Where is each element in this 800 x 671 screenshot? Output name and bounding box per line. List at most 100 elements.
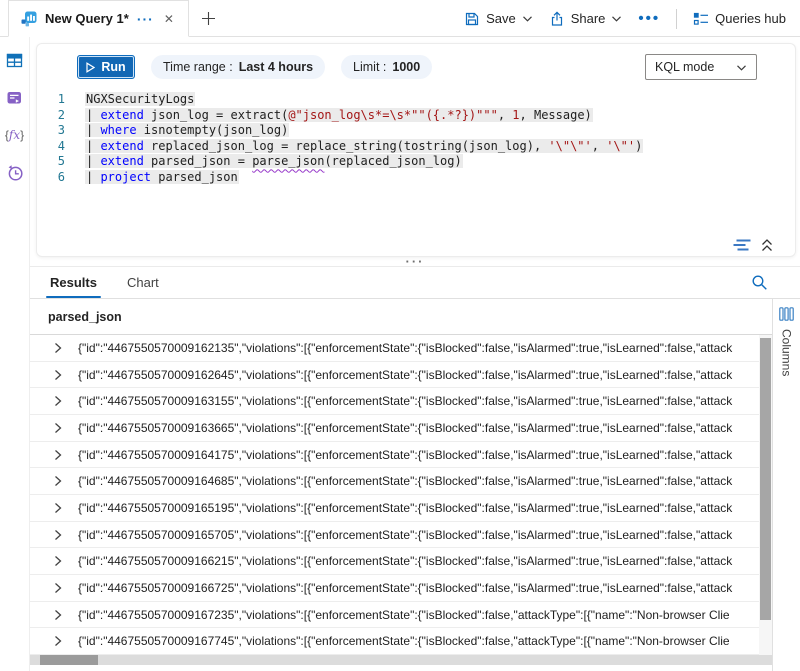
table-row[interactable]: {"id":"4467550570009162135","violations"… [30,335,772,362]
panel-splitter[interactable]: ··· [30,257,800,266]
save-icon [464,11,480,27]
adx-web-app: New Query 1* ··· ✕ Save [0,0,800,671]
row-json-text: {"id":"4467550570009162135","violations"… [78,341,756,355]
bottom-gap [30,665,772,671]
code-line[interactable]: | extend parsed_json = parse_json(replac… [85,154,795,170]
chevron-down-icon [522,14,533,23]
format-lines-icon[interactable] [733,238,751,252]
limit-filter[interactable]: Limit : 1000 [341,55,432,79]
row-expand-chevron-icon[interactable] [54,422,62,434]
function-icon[interactable]: {fx} [5,128,24,142]
columns-panel-label: Columns [780,329,794,376]
row-expand-chevron-icon[interactable] [54,529,62,541]
row-expand-chevron-icon[interactable] [54,555,62,567]
editor-gutter: 123456 [37,92,71,238]
line-number: 5 [37,154,65,170]
chevron-down-icon [736,63,747,72]
table-row[interactable]: {"id":"4467550570009166215","violations"… [30,548,772,575]
table-row[interactable]: {"id":"4467550570009163155","violations"… [30,388,772,415]
table-row[interactable]: {"id":"4467550570009164175","violations"… [30,442,772,469]
query-tab[interactable]: New Query 1* ··· ✕ [8,0,189,37]
horizontal-scrollbar-thumb[interactable] [40,655,98,665]
row-json-text: {"id":"4467550570009163665","violations"… [78,421,756,435]
share-icon [549,11,565,27]
row-expand-chevron-icon[interactable] [54,395,62,407]
code-line[interactable]: | extend replaced_json_log = replace_str… [85,139,795,155]
kql-mode-dropdown[interactable]: KQL mode [645,54,757,80]
query-editor[interactable]: 123456 NGXSecurityLogs| extend json_log … [37,90,795,238]
code-line[interactable]: | extend json_log = extract(@"json_log\s… [85,108,795,124]
row-expand-chevron-icon[interactable] [54,582,62,594]
line-number: 3 [37,123,65,139]
row-json-text: {"id":"4467550570009164175","violations"… [78,448,756,462]
query-panel: Run Time range : Last 4 hours Limit : 10… [36,43,796,257]
stored-queries-icon[interactable] [6,90,23,106]
drag-handle-icon: ··· [406,259,425,265]
queries-hub-icon [693,11,709,27]
code-line[interactable]: | where isnotempty(json_log) [85,123,795,139]
columns-icon [779,307,794,321]
search-icon [751,274,768,291]
time-range-value: Last 4 hours [239,60,313,74]
table-row[interactable]: {"id":"4467550570009167235","violations"… [30,602,772,629]
kql-mode-value: KQL mode [655,60,714,74]
row-json-text: {"id":"4467550570009167745","violations"… [78,634,756,648]
column-header-parsed-json[interactable]: parsed_json [30,299,772,335]
collapse-up-icon[interactable] [761,239,773,252]
columns-side-panel[interactable]: Columns [772,299,800,671]
run-button[interactable]: Run [77,55,135,79]
table-row[interactable]: {"id":"4467550570009162645","violations"… [30,362,772,389]
table-row[interactable]: {"id":"4467550570009164685","violations"… [30,468,772,495]
line-number: 1 [37,92,65,108]
table-row[interactable]: {"id":"4467550570009167745","violations"… [30,628,772,655]
tab-chart-label: Chart [127,275,159,290]
main-area: {fx} Run [0,37,800,671]
new-tab-button[interactable] [189,0,228,37]
row-expand-chevron-icon[interactable] [54,635,62,647]
search-button[interactable] [751,274,768,291]
queries-hub-button[interactable]: Queries hub [693,11,786,27]
vertical-scrollbar-thumb[interactable] [760,338,771,620]
horizontal-scrollbar[interactable] [30,655,772,665]
tab-chart[interactable]: Chart [127,267,159,298]
time-range-label: Time range : [163,60,233,74]
share-label: Share [571,11,606,26]
table-row[interactable]: {"id":"4467550570009166725","violations"… [30,575,772,602]
row-json-text: {"id":"4467550570009167235","violations"… [78,608,756,622]
queries-hub-label: Queries hub [715,11,786,26]
row-expand-chevron-icon[interactable] [54,609,62,621]
history-icon[interactable] [6,164,24,182]
table-row[interactable]: {"id":"4467550570009163665","violations"… [30,415,772,442]
row-expand-chevron-icon[interactable] [54,449,62,461]
left-rail: {fx} [0,37,30,671]
vertical-scrollbar[interactable] [759,335,772,655]
row-expand-chevron-icon[interactable] [54,369,62,381]
top-actions: Save Share ••• [464,0,800,37]
tab-title: New Query 1* [45,11,129,26]
row-expand-chevron-icon[interactable] [54,475,62,487]
tab-more-icon[interactable]: ··· [137,14,154,24]
table-row[interactable]: {"id":"4467550570009165195","violations"… [30,495,772,522]
table-icon[interactable] [6,53,23,68]
query-toolbar: Run Time range : Last 4 hours Limit : 10… [37,44,795,90]
tab-close-icon[interactable]: ✕ [162,12,176,26]
chevron-down-icon [611,14,622,23]
limit-value: 1000 [392,60,420,74]
save-button[interactable]: Save [464,11,533,27]
code-line[interactable]: NGXSecurityLogs [85,92,795,108]
row-expand-chevron-icon[interactable] [54,342,62,354]
tab-results[interactable]: Results [50,267,97,298]
code-line[interactable]: | project parsed_json [85,170,795,186]
save-label: Save [486,11,516,26]
results-table: parsed_json {"id":"4467550570009162135",… [30,299,772,671]
time-range-filter[interactable]: Time range : Last 4 hours [151,55,325,79]
more-actions-icon[interactable]: ••• [638,10,660,27]
row-expand-chevron-icon[interactable] [54,502,62,514]
top-tab-bar: New Query 1* ··· ✕ Save [0,0,800,37]
row-json-text: {"id":"4467550570009163155","violations"… [78,394,756,408]
plus-icon [201,11,216,26]
share-button[interactable]: Share [549,11,623,27]
results-area: parsed_json {"id":"4467550570009162135",… [30,299,800,671]
table-row[interactable]: {"id":"4467550570009165705","violations"… [30,522,772,549]
line-number: 6 [37,170,65,186]
